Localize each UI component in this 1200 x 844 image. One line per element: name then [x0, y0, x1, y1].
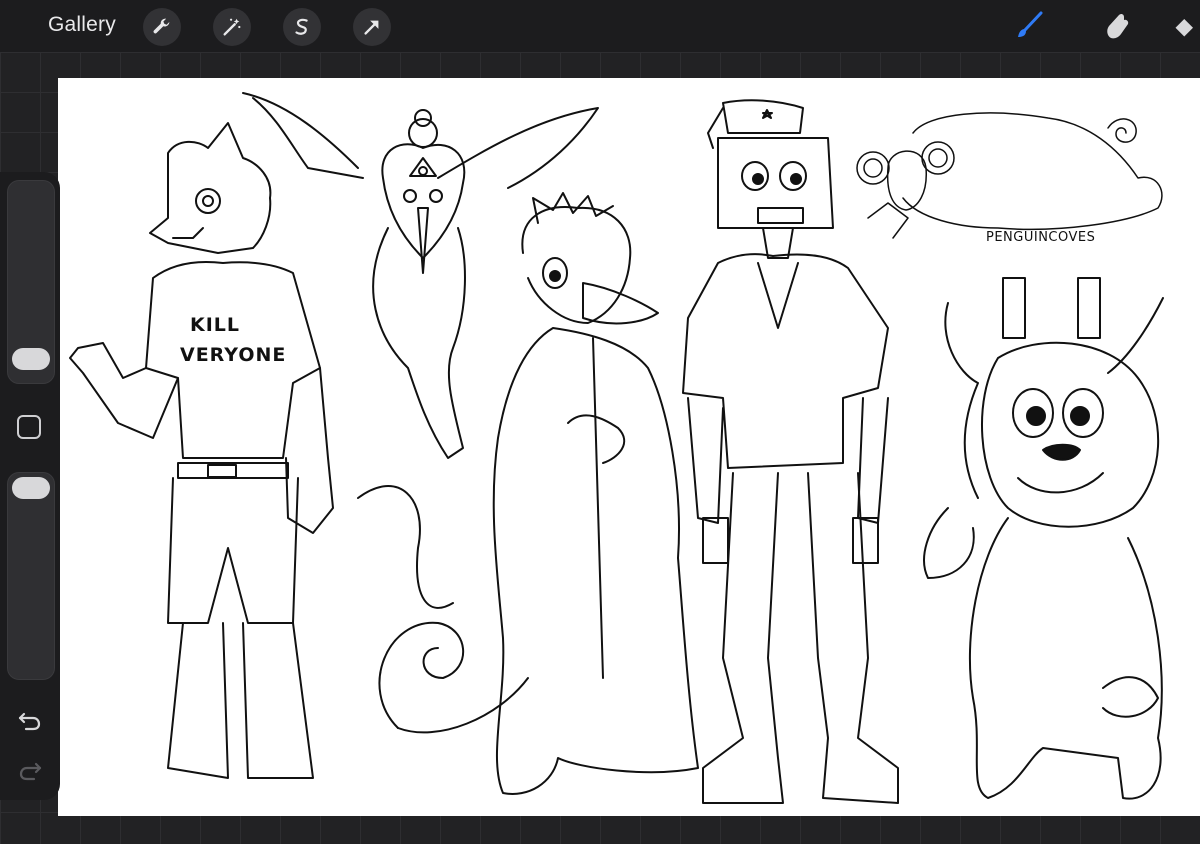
smudge-icon — [1107, 13, 1129, 39]
brush-size-thumb[interactable] — [12, 348, 50, 370]
brush-tool-button[interactable] — [1009, 6, 1049, 46]
character-lineart — [69, 92, 1164, 804]
duck-robe-character-drawing — [492, 192, 699, 795]
redo-button[interactable] — [16, 756, 44, 784]
undo-button[interactable] — [16, 706, 44, 734]
brush-size-slider[interactable] — [7, 180, 55, 384]
adjustments-wand-button[interactable] — [213, 8, 251, 46]
opacity-thumb[interactable] — [12, 477, 50, 499]
eraser-icon — [1175, 19, 1193, 37]
modify-square-button[interactable] — [17, 415, 41, 439]
smudge-tool-button[interactable] — [1097, 6, 1137, 46]
redo-icon — [19, 762, 42, 781]
sleeping-creature-sketch-drawing — [856, 112, 1163, 239]
selection-s-icon — [295, 18, 308, 35]
artist-signature: PENGUINCOVES — [986, 230, 1096, 245]
robot-fez-character-drawing — [682, 99, 899, 804]
eraser-tool-button[interactable] — [1172, 6, 1200, 46]
top-toolbar: Gallery — [0, 0, 1200, 52]
actions-wrench-button[interactable] — [143, 8, 181, 46]
selection-button[interactable] — [283, 8, 321, 46]
drawing-canvas[interactable]: KILL VERYONE PENGUINCOVES — [58, 78, 1200, 816]
undo-icon — [18, 712, 41, 731]
magic-wand-icon — [223, 18, 241, 36]
fluffy-creature-drawing — [923, 277, 1164, 800]
opacity-slider[interactable] — [7, 472, 55, 680]
wrench-icon — [153, 18, 170, 34]
transform-button[interactable] — [353, 8, 391, 46]
wolf-character-drawing — [69, 122, 334, 779]
brush-icon — [1018, 11, 1043, 37]
left-sidebar — [0, 172, 60, 800]
shirt-text-line2: VERYONE — [180, 344, 287, 366]
transform-arrow-icon — [364, 20, 379, 35]
gallery-button[interactable]: Gallery — [48, 13, 116, 37]
winged-creature-drawing — [242, 92, 599, 734]
shirt-text-line1: KILL — [190, 314, 241, 336]
